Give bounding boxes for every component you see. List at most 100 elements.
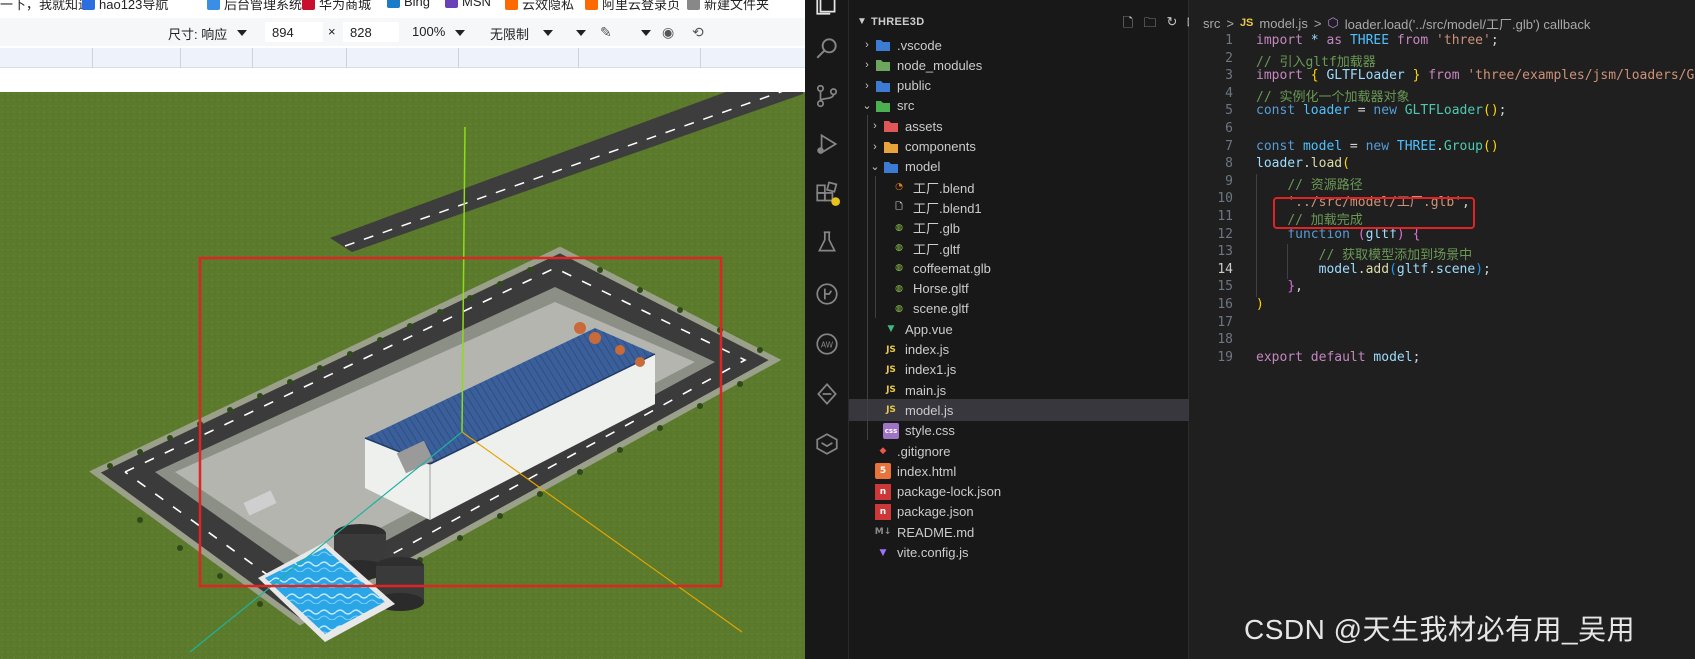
tree-folder[interactable]: ⌄ model — [849, 156, 1189, 178]
tree-file[interactable]: ◔ 工厂.blend — [849, 176, 1189, 198]
chevron-down-icon[interactable]: ⌄ — [867, 160, 883, 173]
code-text[interactable]: // 资源路径 — [1256, 174, 1362, 193]
tree-file[interactable]: ▼ vite.config.js — [849, 542, 1189, 564]
code-line[interactable]: 3 import { GLTFLoader } from 'three/examp… — [1189, 68, 1695, 87]
new-folder-icon[interactable]: 🗀 — [1141, 14, 1159, 32]
remote-explorer-icon[interactable] — [813, 430, 841, 458]
tree-file[interactable]: 🗋 工厂.blend1 — [849, 196, 1189, 218]
code-line[interactable]: 19 export default model; — [1189, 350, 1695, 369]
throttle-select[interactable]: 无限制 — [490, 24, 529, 43]
chevron-right-icon[interactable]: › — [859, 39, 875, 51]
code-text[interactable]: import * as THREE from 'three'; — [1256, 33, 1499, 48]
throttle-dropdown-icon[interactable] — [543, 30, 553, 36]
tree-folder[interactable]: ⌄ src — [849, 95, 1189, 117]
tree-folder[interactable]: › .vscode — [849, 34, 1189, 56]
explorer-icon[interactable] — [813, 0, 841, 18]
tree-file[interactable]: n package-lock.json — [849, 481, 1189, 503]
visibility-icon[interactable]: ◉ — [662, 24, 674, 41]
code-text[interactable]: model.add(gltf.scene); — [1256, 262, 1491, 277]
bookmark-item[interactable]: 阿里云登录页 — [585, 0, 680, 12]
source-control-icon[interactable] — [813, 82, 841, 110]
chevron-right-icon[interactable]: › — [859, 59, 875, 71]
bookmark-item[interactable]: 后台管理系统 — [207, 0, 302, 12]
code-text[interactable]: // 实例化一个加载器对象 — [1256, 86, 1409, 105]
new-file-icon[interactable]: 🗋 — [1119, 14, 1137, 32]
media-query-ruler[interactable] — [0, 48, 805, 68]
tree-folder[interactable]: › public — [849, 75, 1189, 97]
extensions-icon[interactable] — [813, 180, 841, 208]
dimensions-dropdown-icon[interactable] — [237, 30, 247, 36]
tree-folder[interactable]: › components — [849, 136, 1189, 158]
tree-file[interactable]: M↓ README.md — [849, 521, 1189, 543]
code-line[interactable]: 13 // 获取模型添加到场景中 — [1189, 244, 1695, 263]
chevron-right-icon[interactable]: › — [867, 120, 883, 132]
chevron-right-icon[interactable]: › — [859, 80, 875, 92]
search-icon[interactable] — [813, 34, 841, 62]
code-line[interactable]: 1 import * as THREE from 'three'; — [1189, 33, 1695, 52]
more-options-icon[interactable] — [576, 30, 586, 36]
code-line[interactable]: 9 // 资源路径 — [1189, 174, 1695, 193]
workspace-title[interactable]: THREE3D — [871, 16, 924, 28]
tree-file[interactable]: ◆ .gitignore — [849, 440, 1189, 462]
bookmark-item[interactable]: 搜一下，我就知道 — [0, 0, 91, 12]
testing-icon[interactable] — [813, 228, 841, 256]
bookmark-item[interactable]: hao123导航 — [82, 0, 168, 12]
tree-file[interactable]: ◍ 工厂.gltf — [849, 237, 1189, 259]
tree-file[interactable]: n package.json — [849, 501, 1189, 523]
threejs-factory-scene[interactable] — [0, 92, 805, 659]
code-editor[interactable]: src > JS model.js > ⬡ loader.load('../sr… — [1189, 0, 1695, 659]
chevron-right-icon[interactable]: › — [867, 141, 883, 153]
bookmark-item[interactable]: MSN — [445, 0, 491, 9]
code-line[interactable]: 2 // 引入gltf加载器 — [1189, 51, 1695, 70]
code-text[interactable]: loader.load( — [1256, 156, 1350, 171]
code-line[interactable]: 17 — [1189, 315, 1695, 334]
tree-folder[interactable]: › assets — [849, 115, 1189, 137]
tree-file[interactable]: ◍ coffeemat.glb — [849, 257, 1189, 279]
code-line[interactable]: 5 const loader = new GLTFLoader(); — [1189, 103, 1695, 122]
code-text[interactable]: // 引入gltf加载器 — [1256, 51, 1376, 70]
code-line[interactable]: 12 function (gltf) { — [1189, 227, 1695, 246]
breadcrumb-folder[interactable]: src — [1203, 16, 1220, 31]
tree-file[interactable]: 5 index.html — [849, 460, 1189, 482]
tree-folder[interactable]: › node_modules — [849, 54, 1189, 76]
breadcrumb-file[interactable]: model.js — [1259, 16, 1307, 31]
aws-toolkit-icon[interactable]: AW — [813, 330, 841, 358]
code-line[interactable]: 4 // 实例化一个加载器对象 — [1189, 86, 1695, 105]
code-line[interactable]: 7 const model = new THREE.Group() — [1189, 139, 1695, 158]
eyedropper-icon[interactable]: ✎ — [600, 24, 612, 41]
code-line[interactable]: 15 }, — [1189, 279, 1695, 298]
zoom-dropdown-icon[interactable] — [455, 30, 465, 36]
tree-file[interactable]: ◍ Horse.gltf — [849, 278, 1189, 300]
tree-file[interactable]: JS model.js — [849, 399, 1189, 422]
tree-file[interactable]: JS index1.js — [849, 359, 1189, 381]
chevron-down-icon[interactable]: ⌄ — [859, 99, 875, 112]
breadcrumb-symbol[interactable]: loader.load('../src/model/工厂.glb') callb… — [1345, 14, 1591, 33]
code-line[interactable]: 6 — [1189, 121, 1695, 140]
tree-file[interactable]: JS index.js — [849, 339, 1189, 361]
code-text[interactable]: import { GLTFLoader } from 'three/exampl… — [1256, 68, 1695, 83]
timeline-icon[interactable] — [813, 380, 841, 408]
tree-file[interactable]: ▼ App.vue — [849, 318, 1189, 340]
run-debug-icon[interactable] — [813, 130, 841, 158]
code-text[interactable]: ) — [1256, 297, 1264, 312]
code-line[interactable]: 8 loader.load( — [1189, 156, 1695, 175]
dimensions-label[interactable]: 尺寸: 响应 — [168, 24, 227, 43]
git-graph-icon[interactable] — [813, 280, 841, 308]
tree-file[interactable]: ◍ 工厂.glb — [849, 217, 1189, 239]
tree-file[interactable]: css style.css — [849, 420, 1189, 442]
code-text[interactable]: }, — [1256, 279, 1303, 294]
tree-file[interactable]: JS main.js — [849, 379, 1189, 401]
zoom-select[interactable]: 100% — [412, 24, 445, 39]
explorer-header[interactable]: ▼ THREE3D 🗋 🗀 ↻ ⊟ — [849, 12, 1197, 34]
tree-file[interactable]: ◍ scene.gltf — [849, 298, 1189, 320]
bookmark-item[interactable]: 云效隐私 — [505, 0, 574, 12]
code-text[interactable]: const model = new THREE.Group() — [1256, 139, 1499, 154]
code-line[interactable]: 16) — [1189, 297, 1695, 316]
bookmark-item[interactable]: Bing — [387, 0, 430, 9]
bookmark-item[interactable]: 新建文件夹 — [687, 0, 769, 12]
code-line[interactable]: 18 — [1189, 332, 1695, 351]
rotate-device-icon[interactable]: ⟲ — [692, 24, 704, 41]
chevron-down-icon[interactable]: ▼ — [857, 16, 867, 27]
eyedropper-dropdown-icon[interactable] — [641, 30, 651, 36]
bookmark-item[interactable]: 华为商城 — [302, 0, 371, 12]
